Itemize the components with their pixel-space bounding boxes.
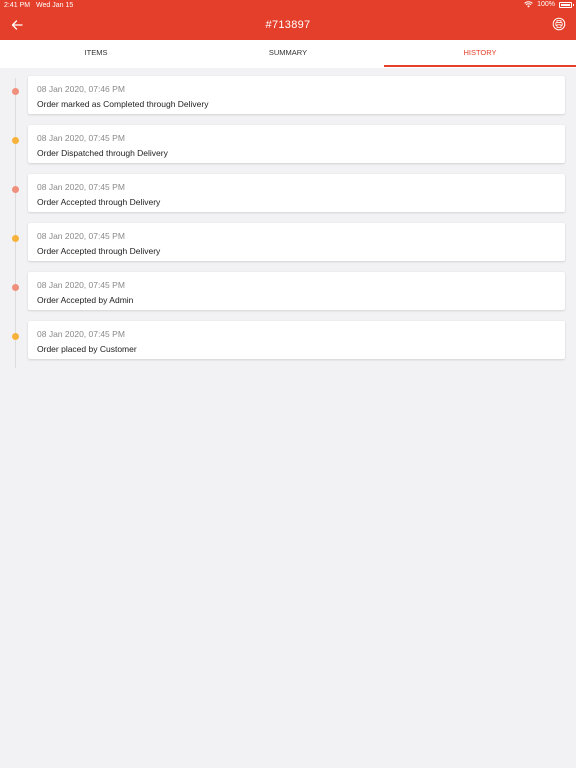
- event-time: 08 Jan 2020, 07:45 PM: [37, 280, 125, 290]
- battery-icon: [559, 1, 574, 8]
- page-title: #713897: [265, 19, 311, 31]
- history-card: 08 Jan 2020, 07:45 PM Order Accepted by …: [28, 272, 565, 310]
- status-bar: 2:41 PM Wed Jan 15 100%: [0, 0, 576, 12]
- history-card: 08 Jan 2020, 07:45 PM Order placed by Cu…: [28, 321, 565, 359]
- tab-history[interactable]: HISTORY: [384, 40, 576, 68]
- tab-summary[interactable]: SUMMARY: [192, 40, 384, 68]
- event-time: 08 Jan 2020, 07:45 PM: [37, 182, 125, 192]
- event-description: Order Accepted by Admin: [37, 295, 134, 305]
- status-time: 2:41 PM: [4, 2, 31, 9]
- timeline-dot: [12, 88, 19, 95]
- status-date: Wed Jan 15: [36, 2, 74, 9]
- event-description: Order placed by Customer: [37, 344, 137, 354]
- tab-bar: ITEMS SUMMARY HISTORY: [0, 40, 576, 68]
- history-event: 08 Jan 2020, 07:45 PM Order Dispatched t…: [0, 117, 576, 163]
- history-card: 08 Jan 2020, 07:45 PM Order Dispatched t…: [28, 125, 565, 163]
- printer-icon[interactable]: [552, 17, 566, 31]
- timeline-dot: [12, 333, 19, 340]
- history-card: 08 Jan 2020, 07:45 PM Order Accepted thr…: [28, 223, 565, 261]
- battery-percent: 100%: [537, 1, 555, 8]
- tab-items[interactable]: ITEMS: [0, 40, 192, 68]
- history-event: 08 Jan 2020, 07:45 PM Order Accepted by …: [0, 264, 576, 310]
- app-header: 2:41 PM Wed Jan 15 100% #713897: [0, 0, 576, 40]
- timeline-dot: [12, 235, 19, 242]
- event-time: 08 Jan 2020, 07:45 PM: [37, 133, 125, 143]
- status-indicators: 100%: [524, 1, 574, 8]
- event-description: Order marked as Completed through Delive…: [37, 99, 209, 109]
- history-event: 08 Jan 2020, 07:45 PM Order placed by Cu…: [0, 313, 576, 359]
- timeline-dot: [12, 284, 19, 291]
- timeline-dot: [12, 137, 19, 144]
- event-time: 08 Jan 2020, 07:46 PM: [37, 84, 125, 94]
- wifi-icon: [524, 1, 533, 8]
- history-event: 08 Jan 2020, 07:45 PM Order Accepted thr…: [0, 166, 576, 212]
- event-time: 08 Jan 2020, 07:45 PM: [37, 329, 125, 339]
- history-event: 08 Jan 2020, 07:45 PM Order Accepted thr…: [0, 215, 576, 261]
- event-description: Order Accepted through Delivery: [37, 246, 161, 256]
- timeline-dot: [12, 186, 19, 193]
- event-time: 08 Jan 2020, 07:45 PM: [37, 231, 125, 241]
- history-event: 08 Jan 2020, 07:46 PM Order marked as Co…: [0, 68, 576, 114]
- history-card: 08 Jan 2020, 07:46 PM Order marked as Co…: [28, 76, 565, 114]
- history-card: 08 Jan 2020, 07:45 PM Order Accepted thr…: [28, 174, 565, 212]
- event-description: Order Dispatched through Delivery: [37, 148, 168, 158]
- event-description: Order Accepted through Delivery: [37, 197, 161, 207]
